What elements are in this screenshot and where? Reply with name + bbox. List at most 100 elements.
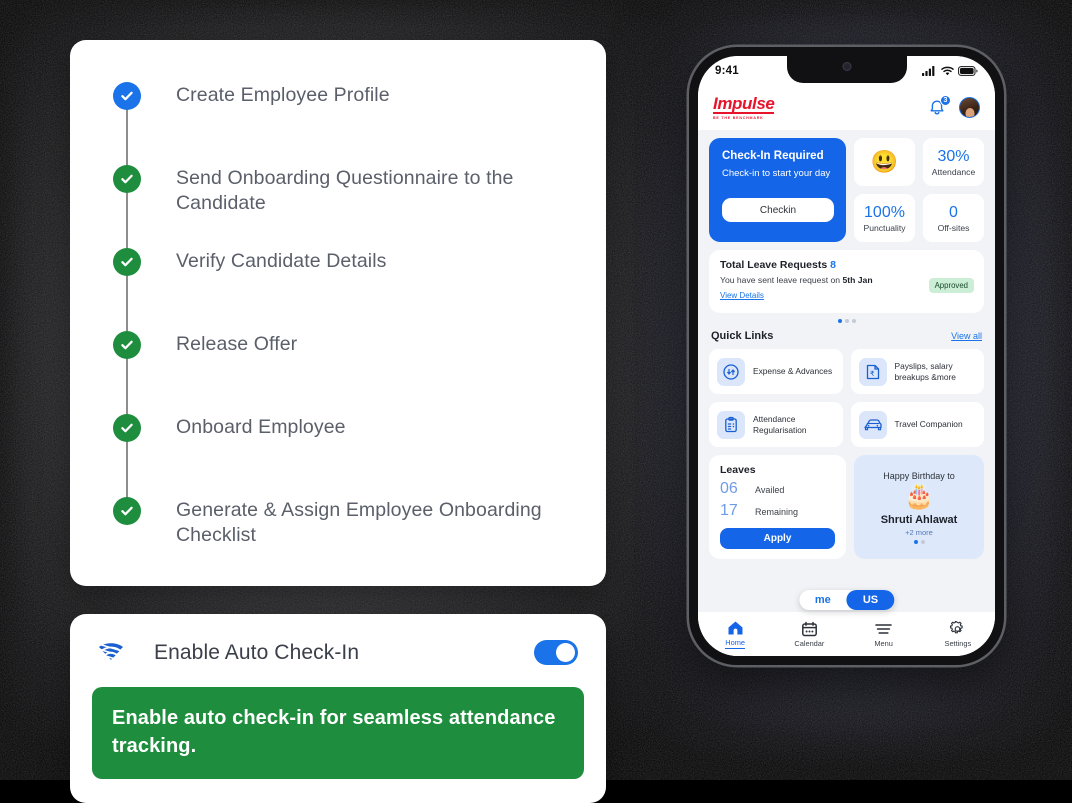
stat-attendance[interactable]: 30% Attendance xyxy=(923,138,984,186)
carousel-dot[interactable] xyxy=(844,319,849,323)
step-marker xyxy=(100,82,154,110)
checklist-step[interactable]: Onboard Employee xyxy=(100,414,576,469)
stat-value: 0 xyxy=(949,203,958,221)
nav-label: Calendar xyxy=(794,638,825,648)
checklist-step-label: Send Onboarding Questionnaire to the Can… xyxy=(176,167,514,214)
mood-tile[interactable]: 😃 xyxy=(854,138,915,186)
checklist-step[interactable]: Verify Candidate Details xyxy=(100,248,576,303)
checklist-step[interactable]: Send Onboarding Questionnaire to the Can… xyxy=(100,165,576,220)
step-marker xyxy=(100,331,154,359)
segment-me[interactable]: me xyxy=(799,590,847,610)
checklist-step-label: Verify Candidate Details xyxy=(176,250,387,272)
leave-requests-card: Total Leave Requests 8 You have sent lea… xyxy=(709,250,984,313)
avatar[interactable] xyxy=(959,97,980,118)
leave-subtitle-date: 5th Jan xyxy=(842,275,873,285)
check-circle-icon xyxy=(113,414,141,442)
birthday-card[interactable]: Happy Birthday to 🎂 Shruti Ahlawat +2 mo… xyxy=(854,455,984,559)
phone-notch xyxy=(786,56,907,83)
onboarding-checklist-card: Create Employee Profile Send Onboarding Q… xyxy=(70,40,606,586)
birthday-more-link[interactable]: +2 more xyxy=(905,528,933,537)
wifi-icon xyxy=(941,66,954,75)
checkin-title: Check-In Required xyxy=(722,150,824,162)
carousel-dot[interactable] xyxy=(851,319,856,323)
expense-icon xyxy=(717,357,745,386)
wifi-icon xyxy=(98,642,132,663)
checkin-button[interactable]: Checkin xyxy=(722,198,834,222)
leaves-availed-label: Availed xyxy=(755,485,785,495)
notification-bell-button[interactable]: 3 xyxy=(927,94,951,118)
checklist-step-label: Onboard Employee xyxy=(176,416,346,438)
nav-label: Menu xyxy=(874,638,893,648)
auto-checkin-title: Enable Auto Check-In xyxy=(154,640,360,664)
notification-badge: 3 xyxy=(940,94,951,106)
leave-requests-title: Total Leave Requests 8 xyxy=(720,259,973,271)
carousel-dot[interactable] xyxy=(920,539,925,544)
nav-item-calendar[interactable]: Calendar xyxy=(772,621,846,648)
toggle-knob xyxy=(556,643,575,662)
quick-link-expense[interactable]: Expense & Advances xyxy=(709,349,843,394)
battery-icon xyxy=(958,65,978,76)
me-us-segment: me US xyxy=(798,590,895,610)
checklist-step-label: Create Employee Profile xyxy=(176,84,390,106)
gear-icon xyxy=(950,620,964,633)
app-content: Check-In Required Check-in to start your… xyxy=(698,130,995,656)
check-circle-icon xyxy=(113,248,141,276)
nav-item-settings[interactable]: Settings xyxy=(921,620,995,648)
cake-icon: 🎂 xyxy=(904,482,934,510)
segment-us[interactable]: US xyxy=(846,590,895,610)
leaves-title: Leaves xyxy=(720,464,756,476)
quick-link-label: Attendance Regularisation xyxy=(753,413,807,435)
quick-link-travel[interactable]: Travel Companion xyxy=(850,402,984,447)
stat-label: Off-sites xyxy=(937,222,970,233)
signal-icon xyxy=(922,65,935,76)
step-marker xyxy=(100,165,154,193)
left-column: Create Employee Profile Send Onboarding Q… xyxy=(70,40,606,803)
quick-link-label: Payslips, salary breakups &more xyxy=(894,360,956,382)
leaves-card: Leaves 06 Availed 17 Remaining Apply xyxy=(709,455,846,559)
checkin-subtitle: Check-in to start your day xyxy=(722,168,831,179)
check-circle-icon xyxy=(113,497,141,525)
menu-icon xyxy=(875,623,892,634)
carousel-dots xyxy=(709,319,984,323)
view-details-link[interactable]: View Details xyxy=(720,291,764,300)
auto-checkin-toggle[interactable] xyxy=(534,640,578,665)
status-badge: Approved xyxy=(928,278,974,293)
checklist-step[interactable]: Create Employee Profile xyxy=(100,82,576,137)
checklist-step[interactable]: Generate & Assign Employee Onboarding Ch… xyxy=(100,497,576,552)
logo-tagline: BE THE BENCHMARK xyxy=(713,116,764,120)
leave-requests-count: 8 xyxy=(830,259,836,271)
nav-item-menu[interactable]: Menu xyxy=(847,621,921,648)
leaves-availed-value: 06 xyxy=(720,480,738,497)
leave-requests-title-text: Total Leave Requests xyxy=(720,259,831,271)
segment-control: me US xyxy=(798,590,895,610)
apply-leave-button[interactable]: Apply xyxy=(720,528,835,549)
leaves-remaining-label: Remaining xyxy=(755,507,799,517)
smiley-icon: 😃 xyxy=(870,149,899,174)
stat-value: 30% xyxy=(937,147,970,165)
logo-text: Impulse xyxy=(713,94,775,114)
view-all-link[interactable]: View all xyxy=(951,331,982,341)
stat-punctuality[interactable]: 100% Punctuality xyxy=(854,194,915,242)
svg-text:₹: ₹ xyxy=(870,370,875,378)
stats-grid: 😃 30% Attendance 100% Punctuality 0 Off-… xyxy=(854,138,984,242)
birthday-carousel-dots xyxy=(913,539,925,544)
birthday-heading: Happy Birthday to xyxy=(883,470,955,481)
check-circle-icon xyxy=(113,165,141,193)
stat-label: Punctuality xyxy=(863,222,906,233)
phone-screen: 9:41 Impulse BE THE BENCHMARK 3 Check-In… xyxy=(698,56,995,656)
check-circle-icon xyxy=(113,82,141,110)
car-icon xyxy=(858,410,887,439)
nav-item-home[interactable]: Home xyxy=(698,620,772,649)
checklist-step[interactable]: Release Offer xyxy=(100,331,576,386)
front-camera-icon xyxy=(842,62,851,71)
home-icon xyxy=(728,621,743,634)
phone-mockup: 9:41 Impulse BE THE BENCHMARK 3 Check-In… xyxy=(689,47,1004,665)
quick-link-payslips[interactable]: ₹ Payslips, salary breakups &more xyxy=(850,349,984,394)
step-marker xyxy=(100,497,154,525)
quick-links-title: Quick Links xyxy=(711,330,774,342)
quick-link-attendance[interactable]: Attendance Regularisation xyxy=(709,402,843,447)
stat-offsites[interactable]: 0 Off-sites xyxy=(923,194,984,242)
carousel-dot[interactable] xyxy=(837,319,842,323)
carousel-dot[interactable] xyxy=(913,539,918,544)
quick-link-label: Travel Companion xyxy=(894,419,963,429)
